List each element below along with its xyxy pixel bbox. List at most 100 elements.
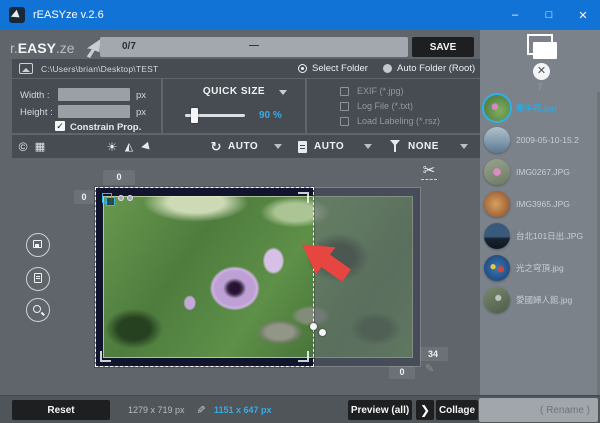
- width-unit: px: [136, 90, 146, 101]
- log-option[interactable]: Log File (*.txt): [340, 101, 413, 111]
- clear-list-icon[interactable]: ✕: [533, 63, 550, 80]
- file-item[interactable]: 光之穹頂.jpg: [480, 252, 600, 284]
- width-label: Width :: [20, 90, 50, 101]
- logo-pre: r.: [10, 40, 18, 56]
- app-window: rEASYze v.2.6 – □ ✕ r.EASY.ze 0/7 — SAVE…: [0, 0, 600, 423]
- constrain-checkbox[interactable]: ✓: [55, 121, 65, 131]
- crop-handle-dot[interactable]: [127, 195, 133, 201]
- watermark-icon[interactable]: ©: [16, 135, 30, 158]
- pencil-icon: ✎: [194, 405, 207, 414]
- chevron-down-icon[interactable]: [274, 144, 282, 149]
- file-item[interactable]: 愛國婦人館.jpg: [480, 284, 600, 316]
- window-title: rEASYze v.2.6: [33, 9, 104, 21]
- file-name: 牽牛花.jpg: [516, 102, 557, 114]
- options-panel: EXIF (*.jpg) Log File (*.txt) Load Label…: [307, 79, 480, 133]
- sharpen-icon[interactable]: ◭: [122, 135, 136, 158]
- slider-knob[interactable]: [191, 108, 198, 123]
- logo-post: .ze: [56, 40, 75, 56]
- open-folder-icon[interactable]: [527, 34, 559, 61]
- select-folder-label: Select Folder: [312, 63, 368, 74]
- crop-corner-icon[interactable]: [102, 193, 113, 204]
- file-name: 光之穹頂.jpg: [516, 262, 564, 274]
- crop-bracket-bottom-right[interactable]: [298, 351, 309, 362]
- brightness-icon[interactable]: ☀: [105, 135, 119, 158]
- bottom-bar: Reset 1279 x 719 px ✎ 1151 x 647 px Prev…: [0, 395, 600, 423]
- height-label: Height :: [20, 107, 53, 118]
- zoom-button[interactable]: [26, 298, 50, 322]
- width-field[interactable]: [58, 88, 130, 101]
- preview-all-button[interactable]: Preview (all): [348, 400, 412, 420]
- file-item[interactable]: IMG0267.JPG: [480, 156, 600, 188]
- file-count: 7: [480, 82, 600, 92]
- reset-button[interactable]: Reset: [12, 400, 110, 420]
- chevron-right-button[interactable]: ❯: [416, 400, 434, 420]
- file-thumbnail: [484, 127, 510, 153]
- rename-button[interactable]: ( Rename ): [479, 398, 598, 422]
- file-sidebar: ✕ 7 牽牛花.jpg 2009-05-10-15.2 IMG0267.JPG …: [480, 30, 600, 395]
- app-logo: r.EASY.ze: [10, 36, 103, 60]
- folder-path: C:\Users\brian\Desktop\TEST: [41, 64, 158, 74]
- file-thumbnail: [484, 255, 510, 281]
- maximize-button[interactable]: □: [532, 0, 566, 30]
- crop-bracket-top-right[interactable]: [298, 192, 309, 203]
- adjust-toolbar: © ▦ ☀ ◭ ◀ ↻ AUTO AUTO NONE: [12, 135, 480, 158]
- hand-cursor-icon: [77, 36, 103, 60]
- minimize-button[interactable]: –: [498, 0, 532, 30]
- filter-funnel-icon[interactable]: [390, 140, 400, 146]
- app-icon: [9, 7, 25, 23]
- disk-icon: [33, 240, 42, 248]
- resize-auto-dropdown[interactable]: AUTO: [314, 141, 344, 152]
- save-button[interactable]: SAVE: [412, 37, 474, 57]
- file-item[interactable]: 牽牛花.jpg: [480, 92, 600, 124]
- height-field[interactable]: [58, 105, 130, 118]
- logo-main: EASY: [18, 40, 56, 56]
- rotate-auto-dropdown[interactable]: AUTO: [228, 141, 258, 152]
- scissors-icon[interactable]: ✂: [416, 161, 442, 180]
- exif-label: EXIF (*.jpg): [357, 86, 404, 96]
- file-name: 愛國婦人館.jpg: [516, 294, 572, 306]
- exif-option[interactable]: EXIF (*.jpg): [340, 86, 404, 96]
- file-thumbnail: [484, 95, 510, 121]
- labeling-option[interactable]: Load Labeling (*.rsz): [340, 116, 440, 126]
- quick-size-value: 90 %: [259, 110, 282, 121]
- checkbox-empty-icon: [340, 117, 349, 126]
- crop-handle-dot[interactable]: [118, 195, 124, 201]
- original-size-label: 1279 x 719 px: [128, 405, 185, 415]
- file-info-button[interactable]: [26, 267, 50, 291]
- file-item[interactable]: 台北101日出.JPG: [480, 220, 600, 252]
- file-name: 2009-05-10-15.2: [516, 135, 579, 145]
- chevron-down-icon[interactable]: [279, 90, 287, 95]
- select-folder-radio[interactable]: Select Folder: [298, 63, 368, 74]
- radio-on-icon: [298, 64, 307, 73]
- file-name: IMG0267.JPG: [516, 167, 570, 177]
- quick-size-slider[interactable]: [185, 114, 245, 117]
- save-image-button[interactable]: [26, 233, 50, 257]
- crop-offset-left: 0: [74, 190, 94, 204]
- progress-placeholder: —: [249, 40, 259, 51]
- close-button[interactable]: ✕: [566, 0, 600, 30]
- crop-edge-handle[interactable]: [319, 329, 326, 336]
- auto-folder-label: Auto Folder (Root): [397, 63, 475, 74]
- crop-value-right: 34: [418, 347, 448, 361]
- crop-bracket-bottom-left[interactable]: [100, 351, 111, 362]
- auto-folder-radio[interactable]: Auto Folder (Root): [383, 63, 475, 74]
- flip-icon[interactable]: ◀: [136, 134, 154, 159]
- filter-none-dropdown[interactable]: NONE: [408, 141, 439, 152]
- file-item[interactable]: IMG3965.JPG: [480, 188, 600, 220]
- rotate-icon[interactable]: ↻: [208, 135, 224, 158]
- main-content: r.EASY.ze 0/7 — SAVE C:\Users\brian\Desk…: [0, 30, 480, 395]
- resize-page-icon[interactable]: [298, 141, 307, 153]
- magnifier-icon: [33, 305, 41, 313]
- chevron-down-icon[interactable]: [460, 144, 468, 149]
- crop-selection[interactable]: [95, 187, 314, 367]
- chevron-down-icon[interactable]: [364, 144, 372, 149]
- progress-count: 0/7: [122, 41, 136, 52]
- grid-icon[interactable]: ▦: [33, 135, 47, 158]
- crop-offset-bottom: 0: [389, 366, 415, 379]
- file-thumbnail: [484, 287, 510, 313]
- quick-size-panel: QUICK SIZE 90 %: [163, 79, 305, 133]
- file-item[interactable]: 2009-05-10-15.2: [480, 124, 600, 156]
- collage-button[interactable]: Collage: [436, 400, 478, 420]
- height-unit: px: [136, 107, 146, 118]
- photo-preview[interactable]: [96, 188, 420, 366]
